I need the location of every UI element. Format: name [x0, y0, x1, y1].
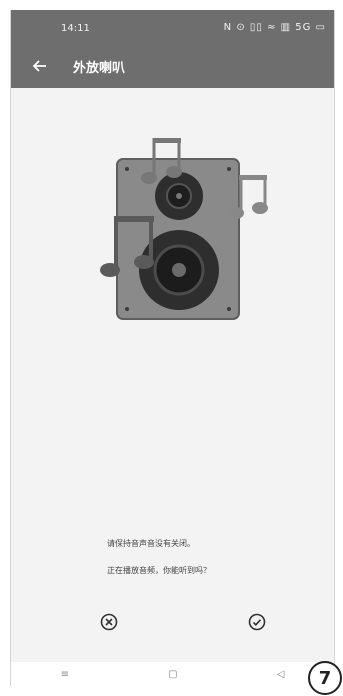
back-button[interactable]: [27, 53, 53, 79]
cancel-button[interactable]: [95, 608, 123, 636]
screw: [227, 307, 231, 311]
figure-label: 7: [308, 661, 342, 695]
circle-x-icon: [100, 613, 118, 631]
status-time: 14:11: [61, 23, 90, 34]
circle-check-icon: [248, 613, 266, 631]
main-content: 请保持音声音没有关闭。 正在播放音频，你能听到吗？: [11, 88, 334, 662]
page-title: 外放喇叭: [73, 61, 126, 76]
screw: [125, 307, 129, 311]
system-nav-bar: ≡ ▢ ◁: [11, 662, 334, 686]
confirm-button[interactable]: [243, 608, 271, 636]
status-bar: 14:11 N ⊙ ▯▯ ≈ ▥ 5G ▭: [11, 10, 334, 44]
instruction-text: 请保持音声音没有关闭。: [107, 539, 195, 548]
status-icons: N ⊙ ▯▯ ≈ ▥ 5G ▭: [223, 22, 326, 33]
nav-home-button[interactable]: ▢: [138, 669, 207, 680]
screw: [125, 167, 129, 171]
nav-menu-button[interactable]: ≡: [31, 669, 99, 680]
screw: [227, 167, 231, 171]
arrow-left-icon: [32, 60, 46, 72]
nav-back-button[interactable]: ◁: [247, 669, 315, 680]
question-text: 正在播放音频，你能听到吗？: [107, 566, 211, 575]
phone-screen: 14:11 N ⊙ ▯▯ ≈ ▥ 5G ▭ 外放喇叭 请保持音声音没有关闭。 正…: [10, 10, 335, 686]
app-bar: 外放喇叭: [11, 44, 334, 88]
speaker-illustration: [100, 138, 268, 320]
